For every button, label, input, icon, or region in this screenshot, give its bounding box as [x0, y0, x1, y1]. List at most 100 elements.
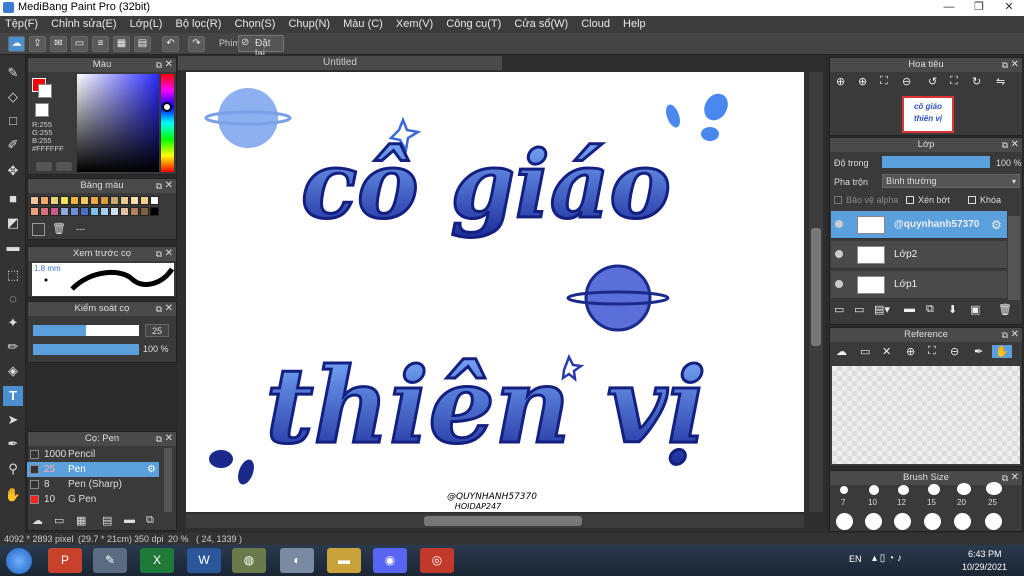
menu-filter[interactable]: Bộ lọc(R) — [171, 16, 227, 30]
magic-wand-icon[interactable]: ✦ — [3, 313, 23, 333]
close-icon[interactable]: ✕ — [1011, 328, 1019, 342]
saturation-value-picker[interactable] — [77, 74, 159, 172]
navigator-thumbnail[interactable]: cô giáo thiên vị — [902, 96, 954, 133]
current-color-swatch[interactable] — [35, 103, 49, 117]
brush-item-g-pen[interactable]: 10 G Pen — [27, 492, 159, 507]
menu-color[interactable]: Màu (C) — [338, 16, 388, 30]
close-icon[interactable]: ✕ — [1011, 138, 1019, 152]
size-dot[interactable] — [894, 513, 911, 530]
blend-mode-select[interactable]: Bình thường ▾ — [882, 174, 1020, 188]
dot-tool-icon[interactable]: □ — [3, 111, 23, 131]
size-dot[interactable] — [840, 486, 848, 494]
brush-item-pen-sharp[interactable]: 8 Pen (Sharp) — [27, 477, 159, 492]
fit-icon[interactable]: ⛶ — [928, 345, 936, 358]
hue-handle[interactable] — [162, 102, 172, 112]
palette-swatch[interactable] — [30, 196, 39, 205]
chat-icon[interactable]: ✉ — [50, 36, 67, 52]
menu-tools[interactable]: Công cụ(T) — [441, 16, 506, 30]
lock-checkbox[interactable] — [968, 196, 976, 204]
palette-swatch[interactable] — [80, 207, 89, 216]
palette-swatch[interactable] — [130, 196, 139, 205]
brush-list-scrollbar[interactable] — [164, 448, 172, 512]
palette-swatch[interactable] — [60, 196, 69, 205]
duplicate-icon[interactable]: ⧉ — [146, 514, 154, 527]
size-dot[interactable] — [985, 513, 1002, 530]
palette-swatch[interactable] — [100, 196, 109, 205]
palette-swatch[interactable] — [60, 207, 69, 216]
clock-date[interactable]: 10/29/2021 — [962, 562, 1007, 572]
palette-swatch[interactable] — [110, 207, 119, 216]
lasso-tool-icon[interactable]: ◌ — [3, 289, 23, 309]
palette-swatch[interactable] — [40, 207, 49, 216]
new-layer-2-icon[interactable]: ▭ — [854, 303, 864, 316]
eyedropper-icon[interactable]: ✒ — [3, 434, 23, 454]
close-icon[interactable]: ✕ — [165, 247, 173, 261]
fit-icon[interactable]: ⛶ — [880, 75, 888, 88]
brush-settings-icon[interactable]: ⚙ — [147, 462, 156, 477]
palette-swatch[interactable] — [70, 196, 79, 205]
rotate-left-icon[interactable]: ↺ — [928, 75, 937, 88]
layer-item-2[interactable]: Lớp2 — [831, 241, 1007, 269]
gradient-tool-icon[interactable]: ▬ — [3, 237, 23, 257]
eraser-tool-icon[interactable]: ◇ — [3, 87, 23, 107]
layer-opacity-slider[interactable] — [882, 156, 990, 168]
excel-icon[interactable]: X — [140, 548, 174, 573]
layer-item-1[interactable]: Lớp1 — [831, 271, 1007, 299]
layer-settings-icon[interactable]: ▣ — [970, 303, 980, 316]
layer-menu-icon[interactable]: ▤▾ — [874, 303, 890, 316]
select-tool-icon[interactable]: ⬚ — [3, 265, 23, 285]
language-indicator[interactable]: EN — [849, 554, 862, 564]
zoom-in-icon[interactable]: ⊕ — [836, 75, 845, 88]
powerpoint-icon[interactable]: P — [48, 548, 82, 573]
palette-swatches[interactable] — [30, 196, 160, 218]
brush-item-pen[interactable]: 25 Pen ⚙ — [27, 462, 159, 477]
paint-icon[interactable]: ✎ — [93, 548, 127, 573]
undock-icon[interactable]: ⧉ — [156, 179, 162, 193]
palette-swatch[interactable] — [140, 207, 149, 216]
text-tool-icon[interactable]: T — [3, 386, 23, 406]
palette-delete-icon[interactable]: 🗑 — [52, 222, 66, 235]
close-icon[interactable]: ✕ — [165, 302, 173, 316]
menu-view[interactable]: Xem(V) — [391, 16, 438, 30]
pen-tool-icon[interactable]: ✐ — [3, 135, 23, 155]
close-icon[interactable]: ✕ — [1011, 471, 1019, 485]
menu-edit[interactable]: Chỉnh sửa(E) — [46, 16, 121, 30]
undock-icon[interactable]: ⧉ — [156, 247, 162, 261]
delete-layer-icon[interactable]: 🗑 — [998, 303, 1012, 316]
vertical-scroll-thumb[interactable] — [811, 228, 821, 346]
clock-time[interactable]: 6:43 PM — [968, 549, 1002, 559]
minimize-button[interactable]: — — [934, 0, 964, 15]
undock-icon[interactable]: ⧉ — [1002, 58, 1008, 72]
dropper-icon[interactable]: ⚲ — [3, 459, 23, 479]
palette-swatch[interactable] — [120, 207, 129, 216]
undock-icon[interactable]: ⧉ — [1002, 328, 1008, 342]
horizontal-scroll-thumb[interactable] — [424, 516, 582, 526]
palette-swatch[interactable] — [40, 196, 49, 205]
size-dot[interactable] — [869, 485, 879, 495]
menu-layer[interactable]: Lớp(L) — [125, 16, 168, 30]
reference-viewport[interactable] — [832, 366, 1020, 464]
visibility-icon[interactable] — [835, 250, 843, 258]
zoom-out-icon[interactable]: ⊖ — [902, 75, 911, 88]
palette-add-icon[interactable] — [32, 223, 45, 236]
zoom-in-icon-2[interactable]: ⊕ — [858, 75, 867, 88]
hand-icon[interactable]: ✋ — [992, 345, 1012, 358]
palette-swatch[interactable] — [70, 207, 79, 216]
close-icon[interactable]: ✕ — [1011, 58, 1019, 72]
clipping-checkbox[interactable] — [906, 196, 914, 204]
visibility-icon[interactable] — [835, 220, 843, 228]
layer-list-scrollbar[interactable] — [1008, 216, 1020, 300]
undock-icon[interactable]: ⧉ — [156, 58, 162, 72]
operation-tool-icon[interactable]: ➤ — [3, 410, 23, 430]
size-dot[interactable] — [898, 485, 909, 495]
copy-brush-icon[interactable]: ▤ — [102, 514, 112, 527]
new-brush-icon[interactable]: ▭ — [54, 514, 64, 527]
size-dot[interactable] — [986, 482, 1002, 495]
menu-file[interactable]: Tệp(F) — [0, 16, 43, 30]
move-tool-icon[interactable]: ✥ — [3, 161, 23, 181]
layer-settings-gear-icon[interactable]: ⚙ — [991, 218, 1002, 232]
new-file-icon[interactable]: ▭ — [71, 36, 88, 52]
size-dot[interactable] — [865, 513, 882, 530]
size-dot[interactable] — [954, 513, 971, 530]
folder-icon[interactable]: ▬ — [327, 548, 361, 573]
